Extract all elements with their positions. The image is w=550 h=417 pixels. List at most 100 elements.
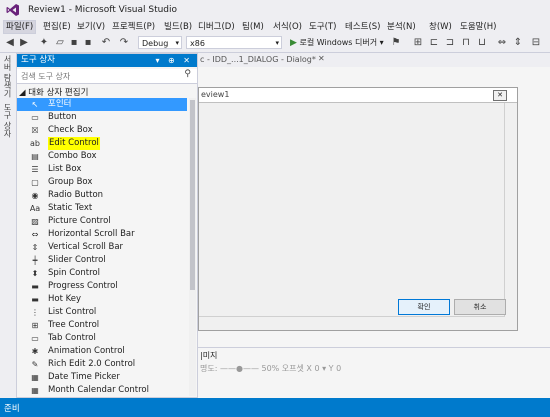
layout-grid-icon[interactable]: ⊞ <box>412 37 424 49</box>
toolbox-item-check-box[interactable]: ☒ Check Box <box>17 124 187 137</box>
align-right-icon[interactable]: ⊐ <box>444 37 456 49</box>
checkbox-icon: ☒ <box>31 126 39 135</box>
platform-select[interactable]: x86 ▾ <box>186 36 282 49</box>
document-tab-strip: c - IDD_...1_DIALOG - Dialog* ✕ <box>198 53 550 67</box>
menu-build[interactable]: 빌드(B) <box>162 21 194 33</box>
toolbox-item-static-text[interactable]: Aa Static Text <box>17 202 187 215</box>
toolbox-item-tab-control[interactable]: ▭ Tab Control <box>17 332 187 345</box>
undo-icon[interactable]: ↶ <box>100 37 112 49</box>
chevron-down-icon: ▾ <box>175 39 179 47</box>
back-icon[interactable]: ◀ <box>4 37 16 49</box>
search-icon[interactable]: ⚲ <box>184 69 191 79</box>
toolbox-item-label: Radio Button <box>48 190 104 200</box>
tab-dialog-resource[interactable]: c - IDD_...1_DIALOG - Dialog* <box>198 54 316 66</box>
center-icon[interactable]: ⊟ <box>530 37 542 49</box>
toolbox-item-label: Button <box>48 112 77 122</box>
bookmark-icon[interactable]: ⚑ <box>390 37 402 49</box>
menu-edit[interactable]: 편집(E) <box>41 21 73 33</box>
toolbox-item-button[interactable]: ▭ Button <box>17 111 187 124</box>
menu-project[interactable]: 프로젝트(P) <box>110 21 157 33</box>
menu-file[interactable]: 파일(F) <box>3 20 37 34</box>
toolbox-item-label: Group Box <box>48 177 93 187</box>
toolbox-item-progress-control[interactable]: ▬ Progress Control <box>17 280 187 293</box>
properties-row[interactable]: 명도: ——●—— 50% 오프셋 X 0 ▾ Y 0 <box>200 363 341 374</box>
toolbox-item-label: Date Time Picker <box>48 372 120 382</box>
toolbox-scrollbar[interactable] <box>189 98 196 396</box>
toolbox-item-label: List Control <box>48 307 97 317</box>
toolbox-item-radio-button[interactable]: ◉ Radio Button <box>17 189 187 202</box>
group-box-icon: ▢ <box>31 178 39 187</box>
dialog-preview[interactable]: eview1 ✕ <box>198 87 518 331</box>
new-project-icon[interactable]: ✦ <box>38 37 50 49</box>
calendar-icon: ▦ <box>31 373 39 382</box>
toolbox-item-animation-control[interactable]: ✱ Animation Control <box>17 345 187 358</box>
window-title: Review1 - Microsoft Visual Studio <box>28 5 178 15</box>
toolbox-item-rich-edit-control[interactable]: ✎ Rich Edit 2.0 Control <box>17 358 187 371</box>
menu-test[interactable]: 테스트(S) <box>343 21 383 33</box>
toolbox-item-combo-box[interactable]: ▤ Combo Box <box>17 150 187 163</box>
combo-box-icon: ▤ <box>31 152 39 161</box>
chevron-down-icon: ▾ <box>275 39 279 47</box>
save-icon[interactable]: ▪ <box>68 37 80 49</box>
menu-help[interactable]: 도움말(H) <box>458 21 498 33</box>
tab-server-explorer[interactable]: 서버 탐색기 <box>3 55 13 98</box>
group-header-dialog-editor[interactable]: ◢ 대화 상자 편집기 <box>19 86 88 98</box>
toolbox-item-hot-key[interactable]: ▬ Hot Key <box>17 293 187 306</box>
toolbox-item-spin-control[interactable]: ⬍ Spin Control <box>17 267 187 280</box>
scrollbar-thumb[interactable] <box>190 100 195 290</box>
horizontal-scroll-icon: ⇔ <box>31 230 39 239</box>
align-bottom-icon[interactable]: ⊔ <box>476 37 488 49</box>
menu-analyze[interactable]: 분석(N) <box>385 21 418 33</box>
toolbox-item-list-box[interactable]: ☰ List Box <box>17 163 187 176</box>
ok-button[interactable]: 확인 <box>398 299 450 315</box>
toolbox-item-label: Tab Control <box>48 333 96 343</box>
toolbox-item-tree-control[interactable]: ⊞ Tree Control <box>17 319 187 332</box>
progress-icon: ▬ <box>31 282 39 291</box>
toolbox-item-vertical-scroll-bar[interactable]: ⇕ Vertical Scroll Bar <box>17 241 187 254</box>
start-debugging-button[interactable]: ▶ 로컬 Windows 디버거 ▾ <box>290 37 384 49</box>
toolbox-title: 도구 상자 <box>21 55 55 65</box>
toolbox-item-label: Month Calendar Control <box>48 385 149 395</box>
configuration-select[interactable]: Debug ▾ <box>138 36 182 49</box>
menu-bar: 파일(F) 편집(E) 보기(V) 프로젝트(P) 빌드(B) 디버그(D) 팀… <box>0 20 550 34</box>
menu-team[interactable]: 팀(M) <box>240 21 266 33</box>
toolbox-item-month-calendar-control[interactable]: ▦ Month Calendar Control <box>17 384 187 397</box>
space-across-icon[interactable]: ⇔ <box>496 37 508 49</box>
hot-key-icon: ▬ <box>31 295 39 304</box>
redo-icon[interactable]: ↷ <box>118 37 130 49</box>
toolbox-window-buttons[interactable]: ▾ ⊕ ✕ <box>155 54 193 67</box>
tree-control-icon: ⊞ <box>31 321 39 330</box>
save-all-icon[interactable]: ▪ <box>82 37 94 49</box>
open-file-icon[interactable]: ▱ <box>54 37 66 49</box>
cancel-button[interactable]: 취소 <box>454 299 506 315</box>
search-input[interactable] <box>19 70 178 82</box>
visual-studio-logo-icon <box>6 4 19 16</box>
toolbox-item-label: Spin Control <box>48 268 100 278</box>
dialog-title: eview1 <box>201 90 230 99</box>
close-icon[interactable]: ✕ <box>318 54 325 63</box>
tab-toolbox[interactable]: 도구 상자 <box>3 103 13 138</box>
align-top-icon[interactable]: ⊓ <box>460 37 472 49</box>
menu-view[interactable]: 보기(V) <box>75 21 107 33</box>
menu-format[interactable]: 서식(O) <box>271 21 304 33</box>
toolbox-item-list-control[interactable]: ⋮ List Control <box>17 306 187 319</box>
toolbox-item-label: Animation Control <box>48 346 125 356</box>
toolbox-search: ⚲ <box>17 69 197 84</box>
toolbox-item-date-time-picker[interactable]: ▦ Date Time Picker <box>17 371 187 384</box>
toolbox-item-edit-control[interactable]: ab Edit Control <box>17 137 187 150</box>
edit-control-icon: ab <box>30 139 40 148</box>
menu-tools[interactable]: 도구(T) <box>307 21 338 33</box>
align-left-icon[interactable]: ⊏ <box>428 37 440 49</box>
toolbox-item-pointer[interactable]: ↖ 포인터 <box>17 98 187 111</box>
toolbox-item-slider-control[interactable]: ┿ Slider Control <box>17 254 187 267</box>
toolbox-item-group-box[interactable]: ▢ Group Box <box>17 176 187 189</box>
properties-title: |미지 <box>200 351 218 360</box>
toolbox-item-label: Static Text <box>48 203 93 213</box>
toolbox-item-picture-control[interactable]: ▨ Picture Control <box>17 215 187 228</box>
space-down-icon[interactable]: ⇕ <box>512 37 524 49</box>
menu-window[interactable]: 창(W) <box>427 21 454 33</box>
toolbox-item-horizontal-scroll-bar[interactable]: ⇔ Horizontal Scroll Bar <box>17 228 187 241</box>
menu-debug[interactable]: 디버그(D) <box>196 21 237 33</box>
dialog-body[interactable] <box>199 103 505 317</box>
forward-icon[interactable]: ▶ <box>18 37 30 49</box>
